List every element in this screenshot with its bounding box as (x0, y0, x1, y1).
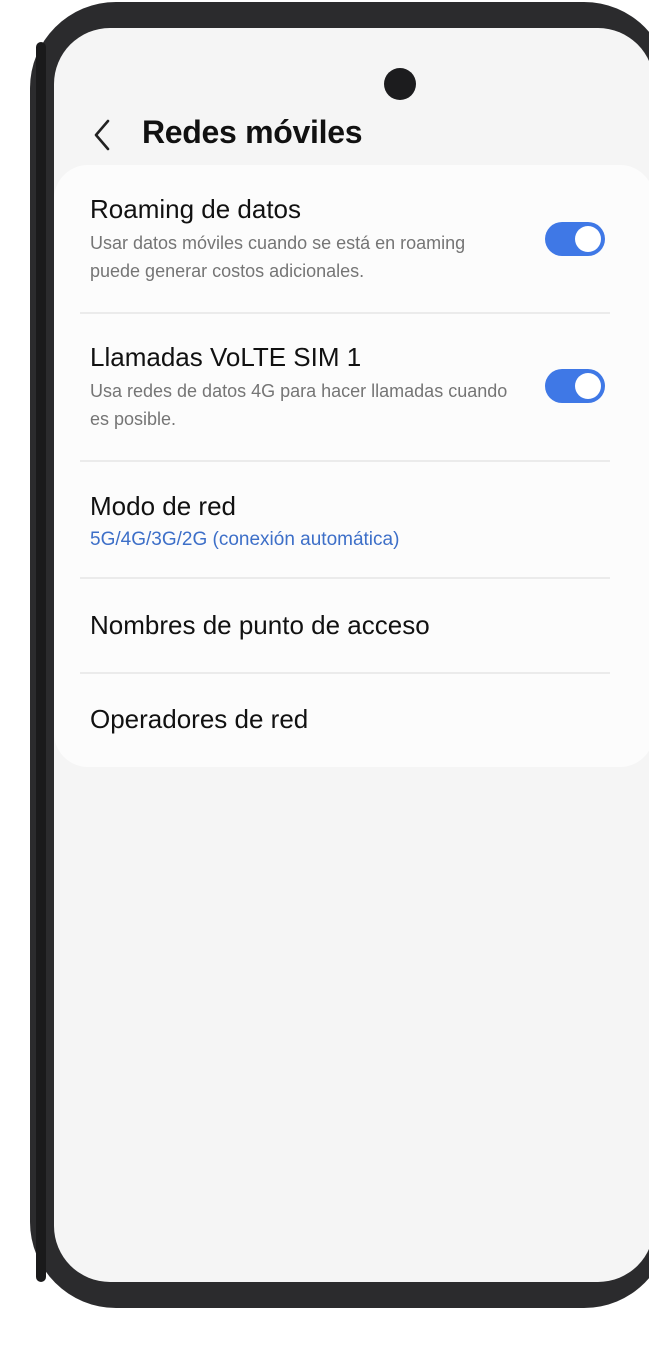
setting-description: Usa redes de datos 4G para hacer llamada… (90, 381, 508, 429)
setting-network-operators[interactable]: Operadores de red (90, 703, 610, 735)
setting-data-roaming[interactable]: Roaming de datos Usar datos móviles cuan… (90, 193, 610, 285)
setting-access-point-names[interactable]: Nombres de punto de acceso (90, 609, 610, 641)
setting-value: 5G/4G/3G/2G (conexión automática) (90, 529, 400, 550)
setting-volte-calls[interactable]: Llamadas VoLTE SIM 1 Usa redes de datos … (90, 341, 610, 433)
setting-network-mode[interactable]: Modo de red 5G/4G/3G/2G (conexión automá… (90, 490, 610, 554)
toggle-knob (575, 226, 601, 252)
setting-title: Nombres de punto de acceso (90, 610, 430, 640)
setting-title: Operadores de red (90, 704, 309, 734)
chevron-left-icon (94, 119, 110, 151)
page-title: Redes móviles (142, 114, 363, 150)
divider (80, 672, 610, 674)
volte-toggle[interactable] (545, 369, 605, 403)
toggle-knob (575, 373, 601, 399)
setting-title: Llamadas VoLTE SIM 1 (90, 342, 362, 372)
divider (80, 460, 610, 462)
screen: Redes móviles Roaming de datos Usar dato… (54, 28, 649, 1282)
setting-description: Usar datos móviles cuando se está en roa… (90, 233, 466, 281)
divider (80, 312, 610, 314)
divider (80, 577, 610, 579)
data-roaming-toggle[interactable] (545, 222, 605, 256)
back-button[interactable] (84, 110, 120, 160)
settings-card: Roaming de datos Usar datos móviles cuan… (54, 165, 649, 767)
setting-title: Modo de red (90, 491, 236, 521)
setting-title: Roaming de datos (90, 194, 302, 224)
